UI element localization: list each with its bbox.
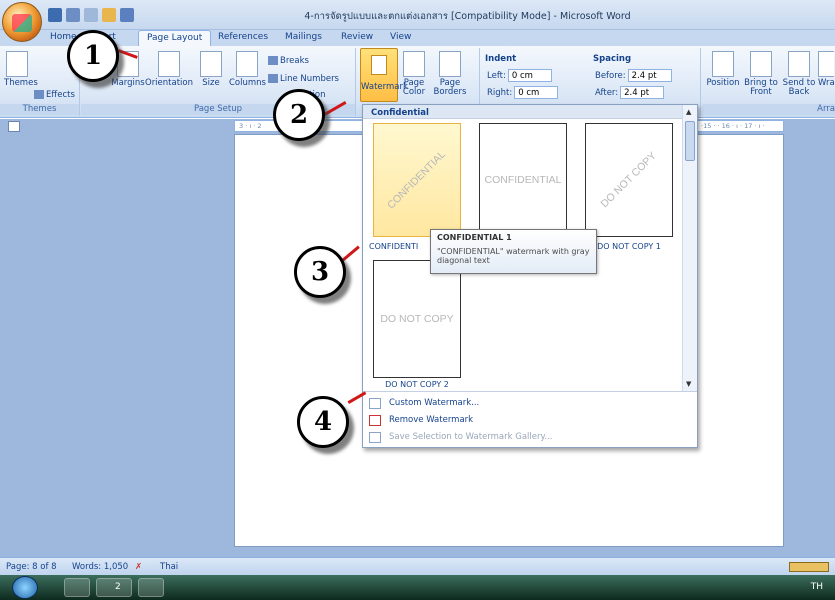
watermark-do-not-copy-2[interactable]: DO NOT COPY: [373, 260, 461, 378]
tab-selector[interactable]: [8, 121, 20, 132]
tab-mailings[interactable]: Mailings: [285, 32, 322, 42]
watermark-confidential-2[interactable]: CONFIDENTIAL: [479, 123, 567, 237]
breaks-icon: [268, 56, 278, 65]
callout-1: 1: [67, 30, 119, 82]
custom-watermark-icon: [369, 398, 381, 409]
arrange-group-label: Arra: [702, 104, 835, 115]
gallery-separator: [363, 391, 697, 392]
callout-3: 3: [294, 246, 346, 298]
tab-references[interactable]: References: [218, 32, 268, 42]
spacing-label: Spacing: [593, 54, 632, 64]
view-buttons[interactable]: [789, 562, 829, 572]
effects-icon: [34, 90, 44, 99]
office-logo-icon: [12, 14, 32, 32]
watermark-gallery: Confidential CONFIDENTIAL CONFIDENTIAL D…: [362, 104, 698, 448]
spacing-after-field[interactable]: After: 2.4 pt: [595, 86, 665, 99]
wrap-text-icon: [818, 51, 834, 77]
watermark-confidential-1[interactable]: CONFIDENTIAL: [373, 123, 461, 237]
tab-page-layout[interactable]: Page Layout: [138, 30, 212, 47]
tooltip-body: "CONFIDENTIAL" watermark with gray diago…: [437, 247, 590, 265]
themes-group-label: Themes: [0, 104, 79, 115]
arrange-group: Position Bring to Front Send to Back Wra…: [702, 48, 835, 116]
themes-button[interactable]: Themes: [4, 51, 38, 88]
breaks-button[interactable]: Breaks: [268, 56, 309, 66]
bring-to-front-icon: [750, 51, 772, 77]
spacing-before-input[interactable]: 2.4 pt: [627, 69, 672, 82]
indent-right-input[interactable]: 0 cm: [514, 86, 559, 99]
window-title: 4-การจัดรูปแบบและตกแต่งเอกสาร [Compatibi…: [304, 11, 631, 22]
scroll-up-icon[interactable]: ▲: [686, 108, 691, 116]
themes-icon: [6, 51, 28, 77]
spacing-before-field[interactable]: Before: 2.4 pt: [595, 69, 672, 82]
spacing-after-input[interactable]: 2.4 pt: [620, 86, 665, 99]
columns-icon: [236, 51, 258, 77]
bring-to-front-button[interactable]: Bring to Front: [744, 51, 778, 97]
office-button[interactable]: [2, 2, 42, 42]
custom-watermark-item[interactable]: Custom Watermark...: [363, 395, 697, 412]
send-to-back-button[interactable]: Send to Back: [782, 51, 816, 97]
tooltip-title: CONFIDENTIAL 1: [437, 233, 512, 242]
scroll-down-icon[interactable]: ▼: [686, 380, 691, 388]
taskbar-app-icon[interactable]: [64, 578, 90, 597]
watermark-icon: [371, 55, 387, 75]
remove-watermark-icon: [369, 415, 381, 426]
callout-2: 2: [273, 89, 325, 141]
thumb-label-do-not-copy-2: DO NOT COPY 2: [385, 380, 449, 389]
taskbar: 2 TH: [0, 575, 835, 600]
thumb-label-confidential-1: CONFIDENTI: [369, 242, 419, 251]
title-bar: 4-การจัดรูปแบบและตกแต่งเอกสาร [Compatibi…: [0, 0, 835, 30]
internet-explorer-icon[interactable]: [138, 578, 164, 597]
proofing-icon[interactable]: ✗: [135, 562, 142, 572]
position-button[interactable]: Position: [706, 51, 740, 88]
tab-view[interactable]: View: [390, 32, 411, 42]
indent-left-input[interactable]: 0 cm: [507, 69, 552, 82]
indent-label: Indent: [485, 54, 517, 64]
line-numbers-icon: [268, 74, 278, 83]
scroll-thumb[interactable]: [685, 121, 695, 161]
watermark-button[interactable]: [360, 48, 398, 102]
size-button[interactable]: Size: [200, 51, 222, 88]
columns-button[interactable]: Columns: [229, 51, 266, 88]
orientation-button[interactable]: Orientation: [145, 51, 193, 88]
save-to-gallery-item: Save Selection to Watermark Gallery...: [363, 429, 697, 446]
start-button[interactable]: [12, 576, 38, 599]
send-to-back-icon: [788, 51, 810, 77]
line-numbers-button[interactable]: Line Numbers: [268, 74, 339, 84]
status-bar: Page: 8 of 8 Words: 1,050 ✗ Thai: [0, 557, 835, 575]
orientation-icon: [158, 51, 180, 77]
position-icon: [712, 51, 734, 77]
callout-4: 4: [297, 396, 349, 448]
gallery-section-header: Confidential: [363, 105, 683, 119]
save-to-gallery-icon: [369, 432, 381, 443]
page-borders-button[interactable]: Page Borders: [433, 51, 467, 97]
indent-left-field[interactable]: Left: 0 cm: [487, 69, 552, 82]
watermark-label: Watermark: [361, 82, 408, 92]
page-borders-icon: [439, 51, 461, 77]
ribbon-tabs: Home Insert Page Layout References Maili…: [0, 30, 835, 47]
language-indicator[interactable]: TH: [811, 582, 823, 592]
status-language[interactable]: Thai: [160, 562, 178, 572]
status-words[interactable]: Words: 1,050: [72, 562, 128, 572]
tab-review[interactable]: Review: [341, 32, 373, 42]
size-icon: [200, 51, 222, 77]
effects-button[interactable]: Effects: [34, 90, 75, 100]
watermark-do-not-copy-1[interactable]: DO NOT COPY: [585, 123, 673, 237]
status-page[interactable]: Page: 8 of 8: [6, 562, 57, 572]
taskbar-word-group[interactable]: 2: [96, 578, 132, 597]
wrap-text-button[interactable]: Wra: [818, 51, 834, 88]
tooltip: CONFIDENTIAL 1 "CONFIDENTIAL" watermark …: [430, 229, 597, 274]
gallery-scrollbar[interactable]: ▲ ▼: [682, 105, 697, 391]
remove-watermark-item[interactable]: Remove Watermark: [363, 412, 697, 429]
page-color-icon: [403, 51, 425, 77]
indent-right-field[interactable]: Right: 0 cm: [487, 86, 559, 99]
